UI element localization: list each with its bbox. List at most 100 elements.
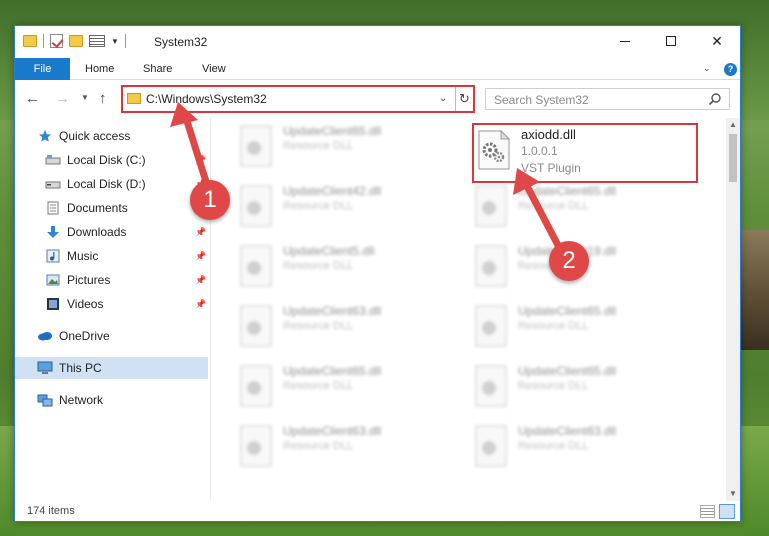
file-type: Resource DLL [518,200,589,212]
file-name: UpdateClient42.dll [283,184,382,198]
file-type: Resource DLL [283,440,354,452]
maximize-button[interactable] [648,26,694,56]
folder-icon[interactable] [23,35,37,47]
file-highlight-frame [472,123,698,183]
dll-file-icon [240,425,272,467]
dll-file-icon [240,305,272,347]
refresh-icon[interactable]: ↻ [459,91,470,107]
pin-icon[interactable]: 📌 [195,275,206,286]
callout-badge-one: 1 [190,180,230,220]
toolbar-separator [43,34,44,48]
details-view-icon[interactable] [700,505,715,518]
file-type: Resource DLL [283,200,354,212]
address-bar[interactable]: C:\Windows\System32 ⌄ ↻ [121,85,475,113]
dll-file-icon [240,365,272,407]
up-arrow-icon[interactable]: ↑ [99,90,107,107]
scroll-thumb[interactable] [729,134,737,182]
list-item[interactable]: UpdateClient65.dll Resource DLL [468,178,688,234]
pin-icon[interactable]: 📌 [195,227,206,238]
file-name: UpdateClient63.dll [518,424,617,438]
list-item[interactable]: UpdateClient63.dll Resource DLL [468,418,688,474]
forward-arrow-icon[interactable]: → [55,90,70,107]
close-button[interactable]: ✕ [694,26,740,56]
tab-share[interactable]: Share [143,58,172,80]
list-item[interactable]: UpdateClient65.dll Resource DLL [233,118,453,174]
dll-file-icon [475,425,507,467]
video-icon [45,297,61,311]
sidebar-item-label: Pictures [67,273,111,287]
network-icon [37,393,53,407]
search-box[interactable]: Search System32 [485,88,730,110]
cloud-icon [37,329,53,343]
address-history-chevron-icon[interactable]: ⌄ [439,93,447,104]
expand-ribbon-chevron-icon[interactable]: ⌄ [703,63,711,74]
sidebar-item-network[interactable]: Network [37,389,230,411]
tab-file[interactable]: File [15,58,70,80]
back-arrow-icon[interactable]: ← [25,90,40,107]
navigation-pane: Quick access Local Disk (C:) 📌 Local Dis… [15,118,210,501]
properties-check-icon[interactable] [50,34,63,48]
file-name: UpdateClient65.dll [518,304,617,318]
list-item[interactable]: UpdateClient63.dll Resource DLL [233,418,453,474]
dll-file-icon [475,185,507,227]
list-item[interactable]: UpdateClient65.dll Resource DLL [233,358,453,414]
recent-locations-chevron-icon[interactable]: ▼ [81,93,89,102]
callout-badge-two: 2 [549,241,589,281]
new-folder-icon[interactable] [69,35,83,47]
sidebar-item-label: Local Disk (C:) [67,153,146,167]
list-item[interactable]: UpdateClient42.dll Resource DLL [233,178,453,234]
dll-file-icon [475,365,507,407]
pin-icon[interactable]: 📌 [195,251,206,262]
list-item[interactable]: UpdateClient65.dll Resource DLL [468,358,688,414]
pin-icon[interactable]: 📌 [195,299,206,310]
dll-file-icon [475,305,507,347]
vertical-scrollbar[interactable]: ▲ ▼ [726,118,740,501]
file-name: UpdateClient5.dll [283,244,375,258]
file-type: Resource DLL [518,440,589,452]
tab-home[interactable]: Home [85,58,114,80]
customize-toolbar-chevron-icon[interactable]: ▼ [111,37,119,46]
tiles-view-icon[interactable] [719,504,735,519]
minimize-button[interactable] [602,26,648,56]
address-separator [455,87,456,111]
search-icon[interactable] [708,92,722,106]
tab-view[interactable]: View [202,58,226,80]
file-type: Resource DLL [283,140,354,152]
dll-file-icon [240,125,272,167]
sidebar-item-label: This PC [59,361,102,375]
star-icon [37,129,53,143]
sidebar-item-quick-access[interactable]: Quick access [37,125,230,147]
help-icon[interactable]: ? [724,63,737,76]
computer-icon [37,361,53,375]
scroll-down-icon[interactable]: ▼ [726,487,740,501]
file-type: Resource DLL [283,320,354,332]
list-item[interactable]: UpdateClient5.dll Resource DLL [233,238,453,294]
quick-access-toolbar: ▼ [23,34,126,48]
title-bar: ▼ System32 ✕ [15,26,740,58]
list-item[interactable]: UpdateClient65.dll Resource DLL [468,298,688,354]
dll-file-icon [240,185,272,227]
address-path[interactable]: C:\Windows\System32 [146,92,267,106]
minimize-icon [620,40,630,42]
file-name: UpdateClient65.dll [518,184,617,198]
sidebar-item-onedrive[interactable]: OneDrive [37,325,230,347]
sidebar-item-label: Local Disk (D:) [67,177,146,191]
dll-file-icon [240,245,272,287]
list-item[interactable]: UpdateClient63.dll Resource DLL [233,298,453,354]
scroll-up-icon[interactable]: ▲ [726,118,740,132]
sidebar-item-this-pc[interactable]: This PC [15,357,208,379]
dll-file-icon [475,245,507,287]
file-type: Resource DLL [518,380,589,392]
pin-icon[interactable]: 📌 [195,155,206,166]
close-icon: ✕ [711,32,723,49]
file-name: UpdateClient65.dll [283,364,382,378]
drive-icon [45,153,61,167]
ribbon-tabs: File Home Share View ⌄ ? [15,58,740,80]
file-name: UpdateClient65.dll [283,124,382,138]
download-icon [45,225,61,239]
properties-list-icon[interactable] [89,35,105,47]
music-icon [45,249,61,263]
search-placeholder[interactable]: Search System32 [494,93,589,107]
maximize-icon [666,36,676,46]
file-type: Resource DLL [283,260,354,272]
